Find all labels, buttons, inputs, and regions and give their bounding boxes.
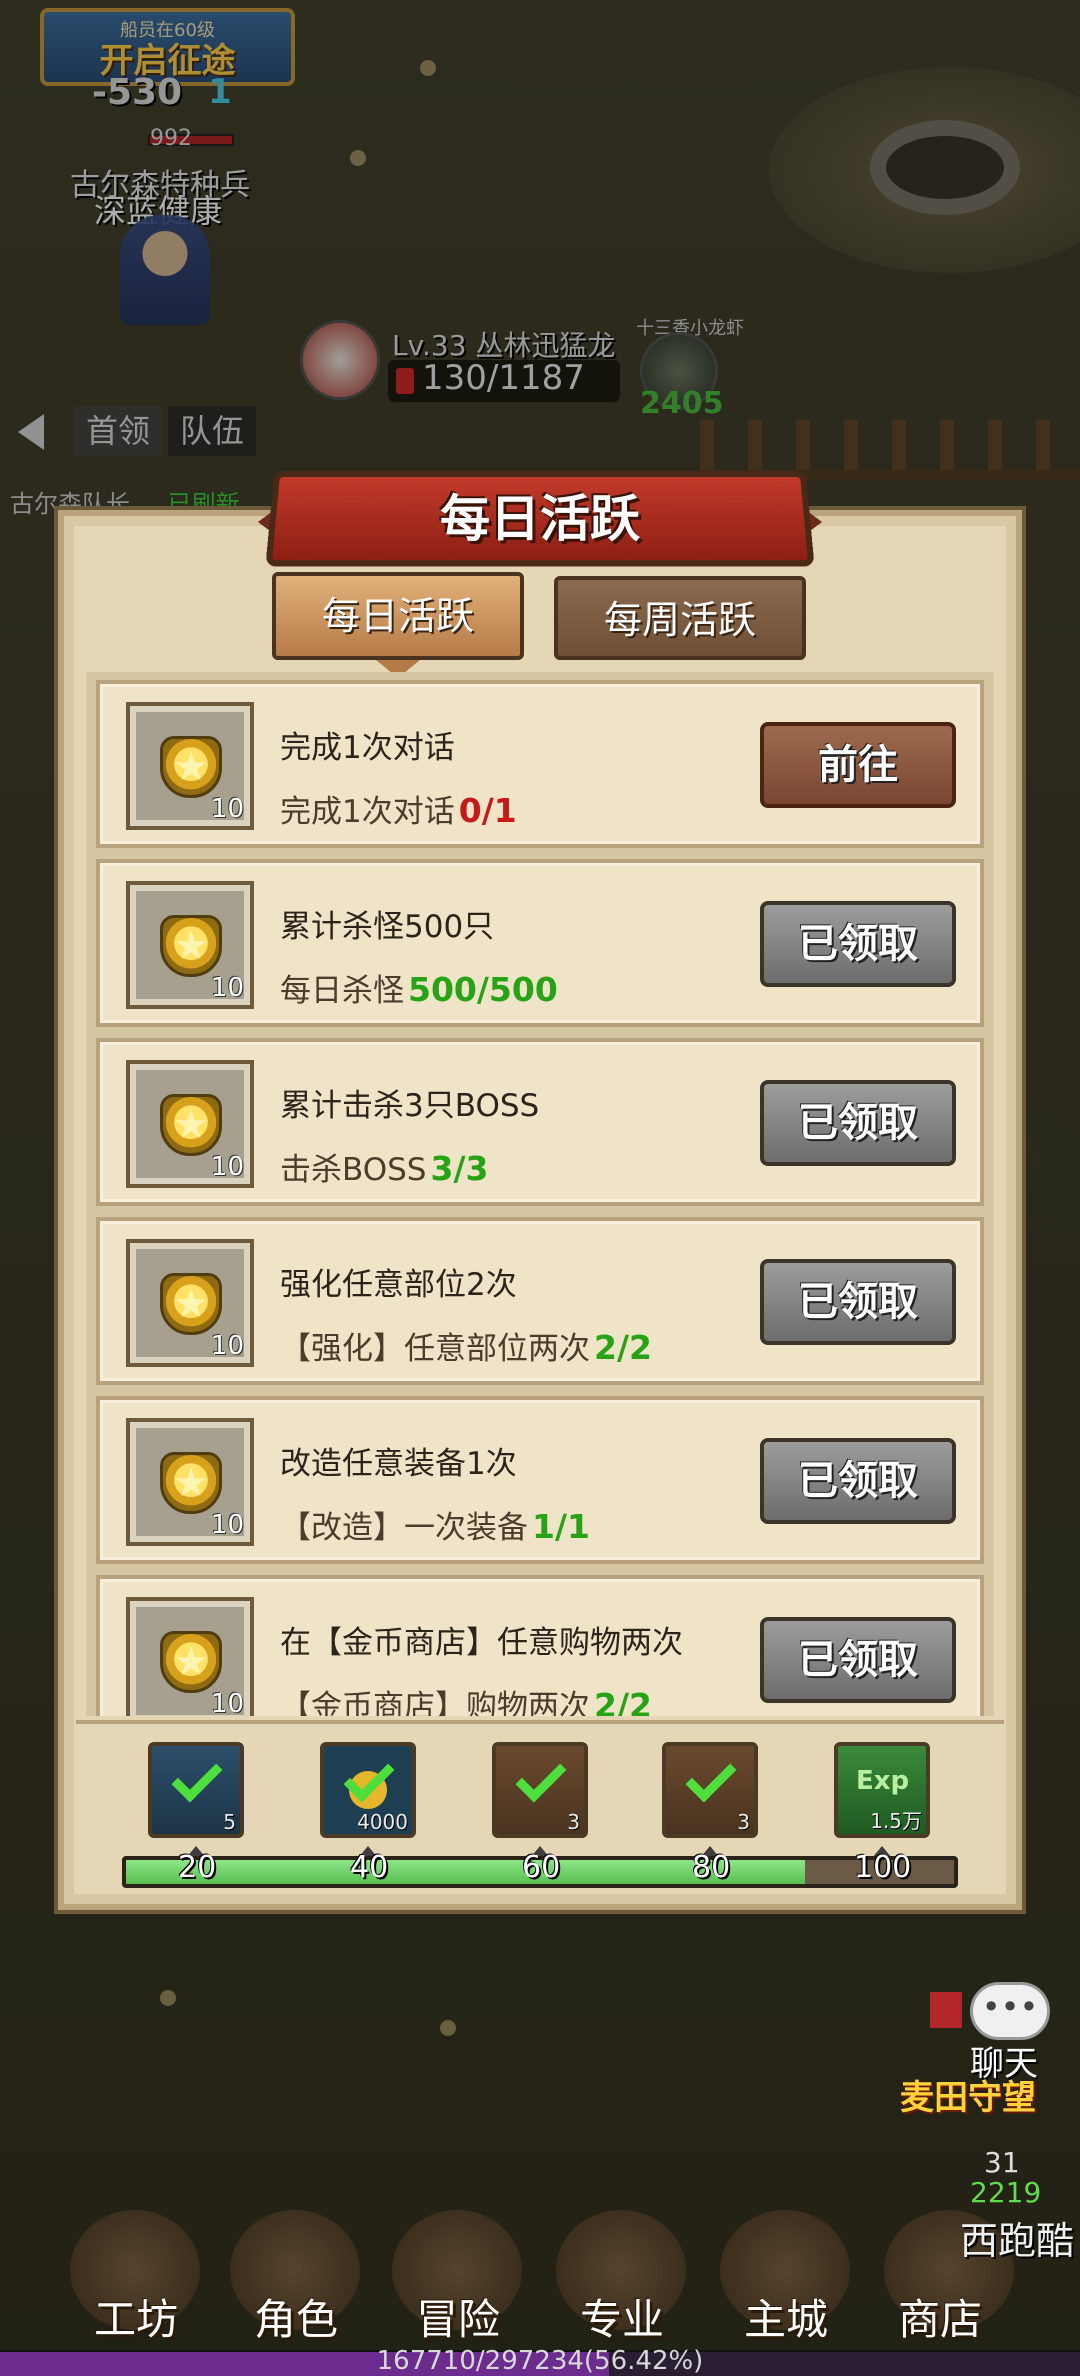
activity-star-badge-icon: ★ [160, 736, 222, 798]
claimed-check-icon [171, 1751, 223, 1803]
activity-star-badge-icon: ★ [160, 1452, 222, 1514]
tab-weekly-activity[interactable]: 每周活跃 [554, 576, 806, 660]
reward-chest-40[interactable]: 4000 [320, 1742, 416, 1838]
activity-star-badge-icon: ★ [160, 1094, 222, 1156]
activity-points: 10 [210, 973, 244, 1003]
task-row: ★ 10 累计杀怪500只 每日杀怪 500/500 已领取 [96, 859, 984, 1027]
task-progress-label: 【强化】任意部位两次 [280, 1331, 590, 1367]
task-progress-value: 3/3 [430, 1149, 489, 1188]
task-progress-value: 1/1 [532, 1507, 590, 1546]
reward-qty: 3 [737, 1810, 750, 1834]
task-progress-value: 500/500 [408, 970, 558, 1009]
event-label[interactable]: 麦田守望 [900, 2070, 1036, 2119]
exp-text: 167710/297234(56.42%) [376, 2346, 704, 2376]
task-progress: 【强化】任意部位两次 2/2 [280, 1323, 652, 1368]
activity-points: 10 [210, 794, 244, 824]
task-progress: 【改造】一次装备 1/1 [280, 1502, 590, 1547]
task-progress-label: 完成1次对话 [280, 794, 455, 830]
claimed-button[interactable]: 已领取 [760, 1617, 956, 1703]
task-progress-label: 每日杀怪 [280, 973, 404, 1009]
task-progress: 完成1次对话 0/1 [280, 786, 517, 831]
milestone-label: 40 [350, 1850, 389, 1885]
task-progress: 每日杀怪 500/500 [280, 965, 558, 1010]
claimed-button[interactable]: 已领取 [760, 1080, 956, 1166]
task-progress-value: 2/2 [594, 1686, 652, 1716]
claimed-check-icon [685, 1751, 737, 1803]
notice-tag [930, 1992, 962, 2028]
claimed-button[interactable]: 已领取 [760, 1438, 956, 1524]
activity-star-badge-icon: ★ [160, 1631, 222, 1693]
task-title: 强化任意部位2次 [280, 1267, 517, 1303]
task-progress-label: 【金币商店】购物两次 [280, 1689, 590, 1716]
task-progress: 【金币商店】购物两次 2/2 [280, 1681, 652, 1716]
nav-adventure[interactable]: 冒险 [378, 2286, 538, 2347]
panel-title: 每日活跃 [440, 490, 640, 548]
task-progress-value: 0/1 [458, 791, 517, 830]
activity-star-badge-icon: ★ [160, 1273, 222, 1335]
task-progress-label: 击杀BOSS [280, 1152, 427, 1188]
parkour-label[interactable]: 西跑酷 [960, 2210, 1074, 2265]
reward-qty: 5 [223, 1810, 236, 1834]
chat-icon[interactable]: ••• [970, 1982, 1050, 2040]
task-progress: 击杀BOSS 3/3 [280, 1144, 488, 1189]
reward-chest-20[interactable]: 5 [148, 1742, 244, 1838]
nav-character[interactable]: 角色 [216, 2286, 376, 2347]
task-row: ★ 10 改造任意装备1次 【改造】一次装备 1/1 已领取 [96, 1396, 984, 1564]
exp-icon: Exp [856, 1766, 910, 1796]
task-title: 累计杀怪500只 [280, 909, 495, 945]
task-reward-frame: ★ 10 [126, 881, 254, 1009]
nav-workshop[interactable]: 工坊 [56, 2286, 216, 2347]
reward-chest-100[interactable]: Exp 1.5万 [834, 1742, 930, 1838]
nav-city[interactable]: 主城 [706, 2286, 866, 2347]
reward-qty: 1.5万 [870, 1809, 922, 1833]
nav-profession[interactable]: 专业 [542, 2286, 702, 2347]
milestone-label: 80 [692, 1850, 731, 1885]
reward-qty: 4000 [357, 1810, 408, 1834]
task-row: ★ 10 强化任意部位2次 【强化】任意部位两次 2/2 已领取 [96, 1217, 984, 1385]
activity-points: 10 [210, 1331, 244, 1361]
milestone-label: 20 [178, 1850, 217, 1885]
task-reward-frame: ★ 10 [126, 1239, 254, 1367]
task-reward-frame: ★ 10 [126, 1597, 254, 1716]
claimed-button[interactable]: 已领取 [760, 1259, 956, 1345]
task-reward-frame: ★ 10 [126, 1418, 254, 1546]
reward-qty: 3 [567, 1810, 580, 1834]
task-row: ★ 10 在【金币商店】任意购物两次 【金币商店】购物两次 2/2 已领取 [96, 1575, 984, 1716]
milestone-label: 100 [854, 1850, 912, 1885]
milestone-label: 60 [522, 1850, 561, 1885]
activity-points: 10 [210, 1510, 244, 1540]
task-title: 累计击杀3只BOSS [280, 1088, 540, 1124]
side-stat: 31 [984, 2146, 1020, 2179]
activity-points: 10 [210, 1152, 244, 1182]
claimed-check-icon [343, 1751, 395, 1803]
task-reward-frame: ★ 10 [126, 702, 254, 830]
activity-points: 10 [210, 1689, 244, 1716]
task-row: ★ 10 完成1次对话 完成1次对话 0/1 前往 [96, 680, 984, 848]
task-title: 在【金币商店】任意购物两次 [280, 1625, 683, 1661]
task-title: 改造任意装备1次 [280, 1446, 517, 1482]
nav-shop[interactable]: 商店 [860, 2286, 1020, 2347]
go-button[interactable]: 前往 [760, 722, 956, 808]
task-title: 完成1次对话 [280, 730, 455, 766]
task-row: ★ 10 累计击杀3只BOSS 击杀BOSS 3/3 已领取 [96, 1038, 984, 1206]
claimed-button[interactable]: 已领取 [760, 901, 956, 987]
reward-chest-60[interactable]: 3 [492, 1742, 588, 1838]
task-list[interactable]: ★ 10 完成1次对话 完成1次对话 0/1 前往 ★ 10 累计杀怪500只 每… [86, 672, 994, 1716]
task-progress-label: 【改造】一次装备 [280, 1510, 528, 1546]
reward-chest-80[interactable]: 3 [662, 1742, 758, 1838]
task-progress-value: 2/2 [594, 1328, 652, 1367]
task-reward-frame: ★ 10 [126, 1060, 254, 1188]
claimed-check-icon [515, 1751, 567, 1803]
activity-star-badge-icon: ★ [160, 915, 222, 977]
tab-daily-activity[interactable]: 每日活跃 [272, 572, 524, 660]
